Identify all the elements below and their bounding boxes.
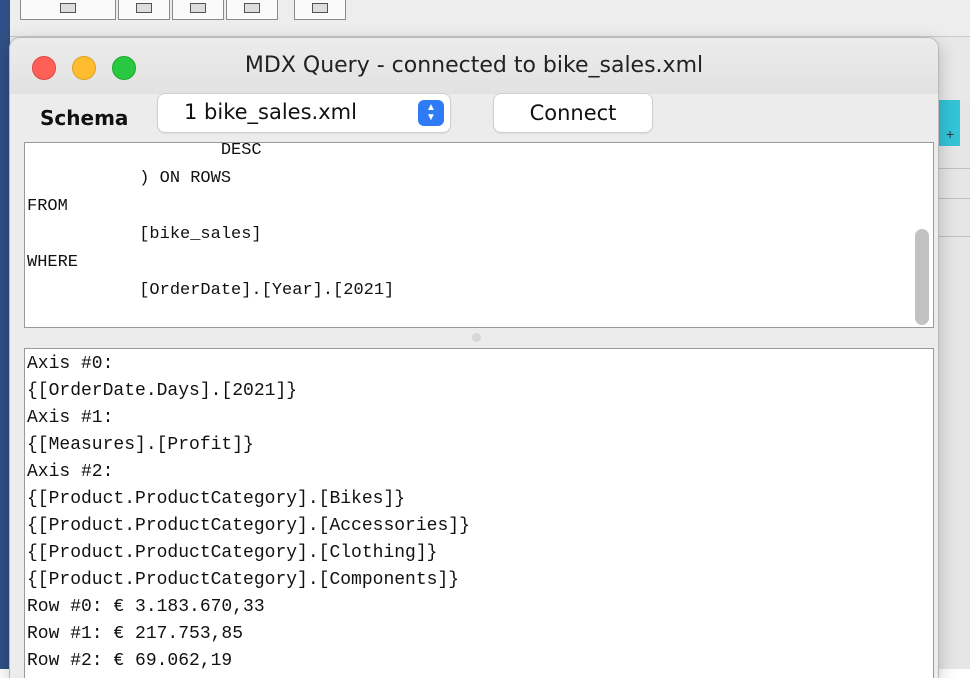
background-toolbar [10,0,970,37]
query-line: WHERE [27,253,79,272]
toolbar-button[interactable] [294,0,346,20]
toolbar-grid-icon [190,3,206,13]
title-bar[interactable]: MDX Query - connected to bike_sales.xml [10,38,938,94]
toolbar-list-icon [312,3,328,13]
schema-toolbar: Schema 1 bike_sales.xml ▲ ▼ Connect [10,94,938,148]
toolbar-cube-icon [60,3,76,13]
connect-button[interactable]: Connect [494,94,652,132]
query-line: DESC [27,142,262,160]
drag-handle-icon[interactable] [472,333,481,342]
toolbar-sheet-icon [244,3,260,13]
result-line: Axis #0: [27,354,114,374]
toolbar-table-icon [136,3,152,13]
divider [938,198,970,199]
background-panel [938,100,970,669]
toolbar-button[interactable] [172,0,224,20]
background-app-sidebar [0,0,10,669]
result-line: {[Product.ProductCategory].[Clothing]} [27,543,438,563]
query-line: [bike_sales] [27,225,262,244]
mdx-query-window: MDX Query - connected to bike_sales.xml … [10,38,938,678]
result-line: {[Measures].[Profit]} [27,435,254,455]
result-line: {[Product.ProductCategory].[Bikes]} [27,489,406,509]
query-text[interactable]: DESC ) ON ROWS FROM [bike_sales] WHERE [Or… [27,142,395,305]
query-line: FROM [27,197,68,216]
toolbar-button[interactable] [118,0,170,20]
result-line: Row #0: € 3.183.670,33 [27,597,265,617]
result-line: Row #1: € 217.753,85 [27,624,244,644]
result-output[interactable]: Axis #0: {[OrderDate.Days].[2021]} Axis #1… [24,348,934,678]
divider [938,168,970,169]
result-line: Axis #1: [27,408,114,428]
query-scrollbar-thumb[interactable] [915,229,929,325]
result-line: {[OrderDate.Days].[2021]} [27,381,298,401]
plus-icon: + [946,126,955,142]
result-lines: Axis #0: {[OrderDate.Days].[2021]} Axis #1… [25,351,470,675]
divider [938,236,970,237]
query-line: ) ON ROWS [27,169,232,188]
window-title: MDX Query - connected to bike_sales.xml [244,53,704,78]
result-line: {[Product.ProductCategory].[Components]} [27,570,460,590]
schema-select-value: 1 bike_sales.xml [184,100,357,124]
query-line: [OrderDate].[Year].[2021] [27,281,395,300]
chevron-updown-icon[interactable]: ▲ ▼ [418,100,444,126]
toolbar-button[interactable] [20,0,116,20]
result-line: Axis #2: [27,462,114,482]
result-line: Row #2: € 69.062,19 [27,651,233,671]
query-editor[interactable]: DESC ) ON ROWS FROM [bike_sales] WHERE [Or… [24,142,934,328]
split-pane-divider[interactable] [24,330,934,346]
result-line: {[Product.ProductCategory].[Accessories]… [27,516,470,536]
toolbar-button[interactable] [226,0,278,20]
schema-select[interactable]: 1 bike_sales.xml ▲ ▼ [158,94,450,132]
schema-label: Schema [40,106,129,130]
